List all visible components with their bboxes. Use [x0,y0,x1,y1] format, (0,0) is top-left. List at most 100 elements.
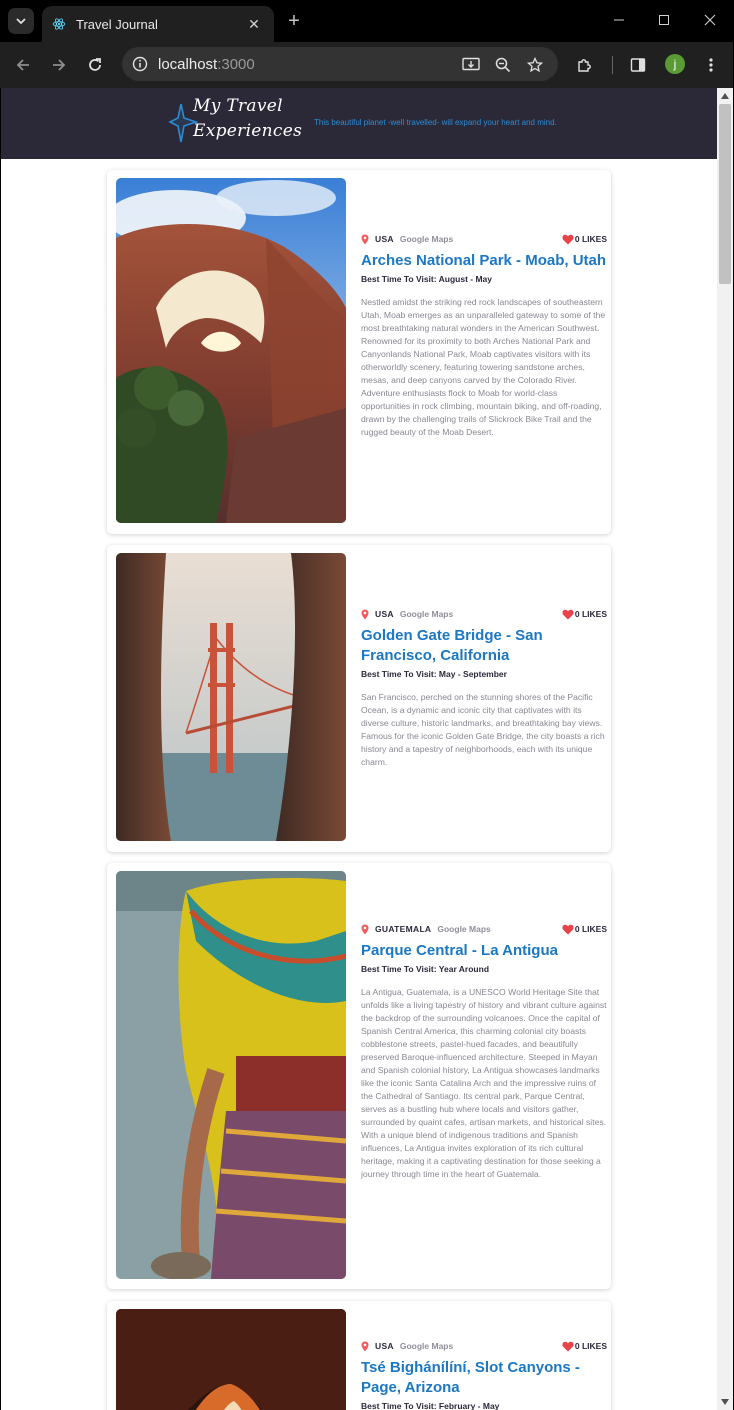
likes-counter[interactable]: 0 LIKES [562,234,607,245]
install-app-button[interactable] [458,52,484,78]
chevron-down-icon [16,18,26,25]
site-tagline: This beautiful planet -well travelled- w… [314,118,557,127]
google-maps-link[interactable]: Google Maps [400,1341,453,1351]
arches-photo [116,178,346,523]
page-viewport: My Travel Experiences This beautiful pla… [1,88,717,1410]
heart-icon[interactable] [562,1341,574,1352]
place-title: Tsé Bighánílíní, Slot Canyons - Page, Ar… [361,1359,580,1396]
card-body: USA Google Maps 0 LIKES Tsé Bighánílíní,… [361,1339,607,1410]
extensions-button[interactable] [572,52,598,78]
location-row: GUATEMALA Google Maps 0 LIKES [361,922,607,936]
site-info-icon[interactable] [132,56,148,72]
reload-icon [89,58,101,71]
site-title-line2: Experiences [193,121,303,141]
place-description: La Antigua, Guatemala, is a UNESCO World… [361,987,607,1179]
antigua-photo [116,871,346,1279]
zoom-out-icon [495,57,511,73]
likes-counter[interactable]: 0 LIKES [562,924,607,935]
side-panel-button[interactable] [625,52,651,78]
google-maps-link[interactable]: Google Maps [400,609,453,619]
likes-counter[interactable]: 0 LIKES [562,1341,607,1352]
google-maps-link[interactable]: Google Maps [437,924,490,934]
back-button[interactable] [10,52,36,78]
card-image [116,1309,346,1410]
star-icon [527,57,543,73]
url-port: :3000 [217,55,255,73]
country-label: USA [375,234,394,244]
scrollbar-thumb[interactable] [719,104,731,284]
arrow-left-icon [16,59,29,71]
maximize-icon [659,15,669,25]
heart-icon[interactable] [562,924,574,935]
browser-menu-button[interactable] [698,52,724,78]
browser-tab-strip: Travel Journal ✕ + [0,0,734,42]
zoom-button[interactable] [490,52,516,78]
heart-icon[interactable] [562,234,574,245]
location-row: USA Google Maps 0 LIKES [361,1339,607,1353]
triangle-up-icon [721,93,729,99]
best-time-label: Best Time To Visit: August - May [361,274,492,284]
page-scrollbar[interactable] [717,88,733,1410]
triangle-down-icon [721,1399,729,1405]
new-tab-button[interactable]: + [284,9,304,33]
likes-label: 0 LIKES [574,924,607,934]
toolbar-divider [612,56,613,74]
scroll-up-button[interactable] [717,88,733,104]
forward-button[interactable] [46,52,72,78]
country-label: GUATEMALA [375,924,432,934]
place-description: Nestled amidst the striking red rock lan… [361,297,606,437]
bookmark-button[interactable] [522,52,548,78]
card-body: GUATEMALA Google Maps 0 LIKES Parque Cen… [361,922,607,1181]
likes-label: 0 LIKES [574,609,607,619]
likes-counter[interactable]: 0 LIKES [562,609,607,620]
card-body: USA Google Maps 0 LIKES Golden Gate Brid… [361,607,607,769]
site-header: My Travel Experiences This beautiful pla… [1,88,717,159]
close-window-button[interactable] [696,8,724,32]
react-icon [52,18,66,30]
scroll-down-button[interactable] [717,1394,733,1410]
slot-canyon-photo [116,1309,346,1410]
location-row: USA Google Maps 0 LIKES [361,232,607,246]
browser-tab[interactable]: Travel Journal ✕ [42,6,274,42]
more-vertical-icon [709,58,713,72]
location-row: USA Google Maps 0 LIKES [361,607,607,621]
map-pin-icon [361,924,369,934]
minimize-icon [614,19,624,21]
side-panel-icon [630,58,646,72]
close-icon [704,14,716,26]
place-title: Golden Gate Bridge - San Francisco, Cali… [361,627,543,664]
best-time-label: Best Time To Visit: Year Around [361,964,490,974]
map-pin-icon [361,1341,369,1351]
golden-gate-photo [116,553,346,841]
journal-card: GUATEMALA Google Maps 0 LIKES Parque Cen… [107,863,611,1289]
journal-card: USA Google Maps 0 LIKES Golden Gate Brid… [107,545,611,852]
url-host: localhost [158,55,218,73]
browser-toolbar: localhost:3000 j [0,42,734,88]
minimize-button[interactable] [605,8,633,32]
likes-label: 0 LIKES [574,234,607,244]
map-pin-icon [361,234,369,244]
tab-search-button[interactable] [8,8,34,34]
google-maps-link[interactable]: Google Maps [400,234,453,244]
country-label: USA [375,609,394,619]
puzzle-icon [578,59,591,72]
place-title: Arches National Park - Moab, Utah [361,252,607,269]
country-label: USA [375,1341,394,1351]
card-image [116,178,346,523]
arrow-right-icon [53,59,66,71]
maximize-button[interactable] [650,8,678,32]
card-body: USA Google Maps 0 LIKES Arches National … [361,232,607,439]
likes-label: 0 LIKES [574,1341,607,1351]
heart-icon[interactable] [562,609,574,620]
site-title-line1: My Travel [193,96,283,116]
place-title: Parque Central - La Antigua [361,942,558,959]
close-tab-icon[interactable]: ✕ [244,16,264,33]
reload-button[interactable] [82,52,108,78]
card-image [116,553,346,841]
journal-card: USA Google Maps 0 LIKES Arches National … [107,170,611,534]
place-description: San Francisco, perched on the stunning s… [361,692,605,767]
profile-avatar[interactable]: j [665,54,685,74]
best-time-label: Best Time To Visit: May - September [361,669,507,679]
install-icon [462,57,480,71]
best-time-label: Best Time To Visit: February - May [361,1401,500,1410]
